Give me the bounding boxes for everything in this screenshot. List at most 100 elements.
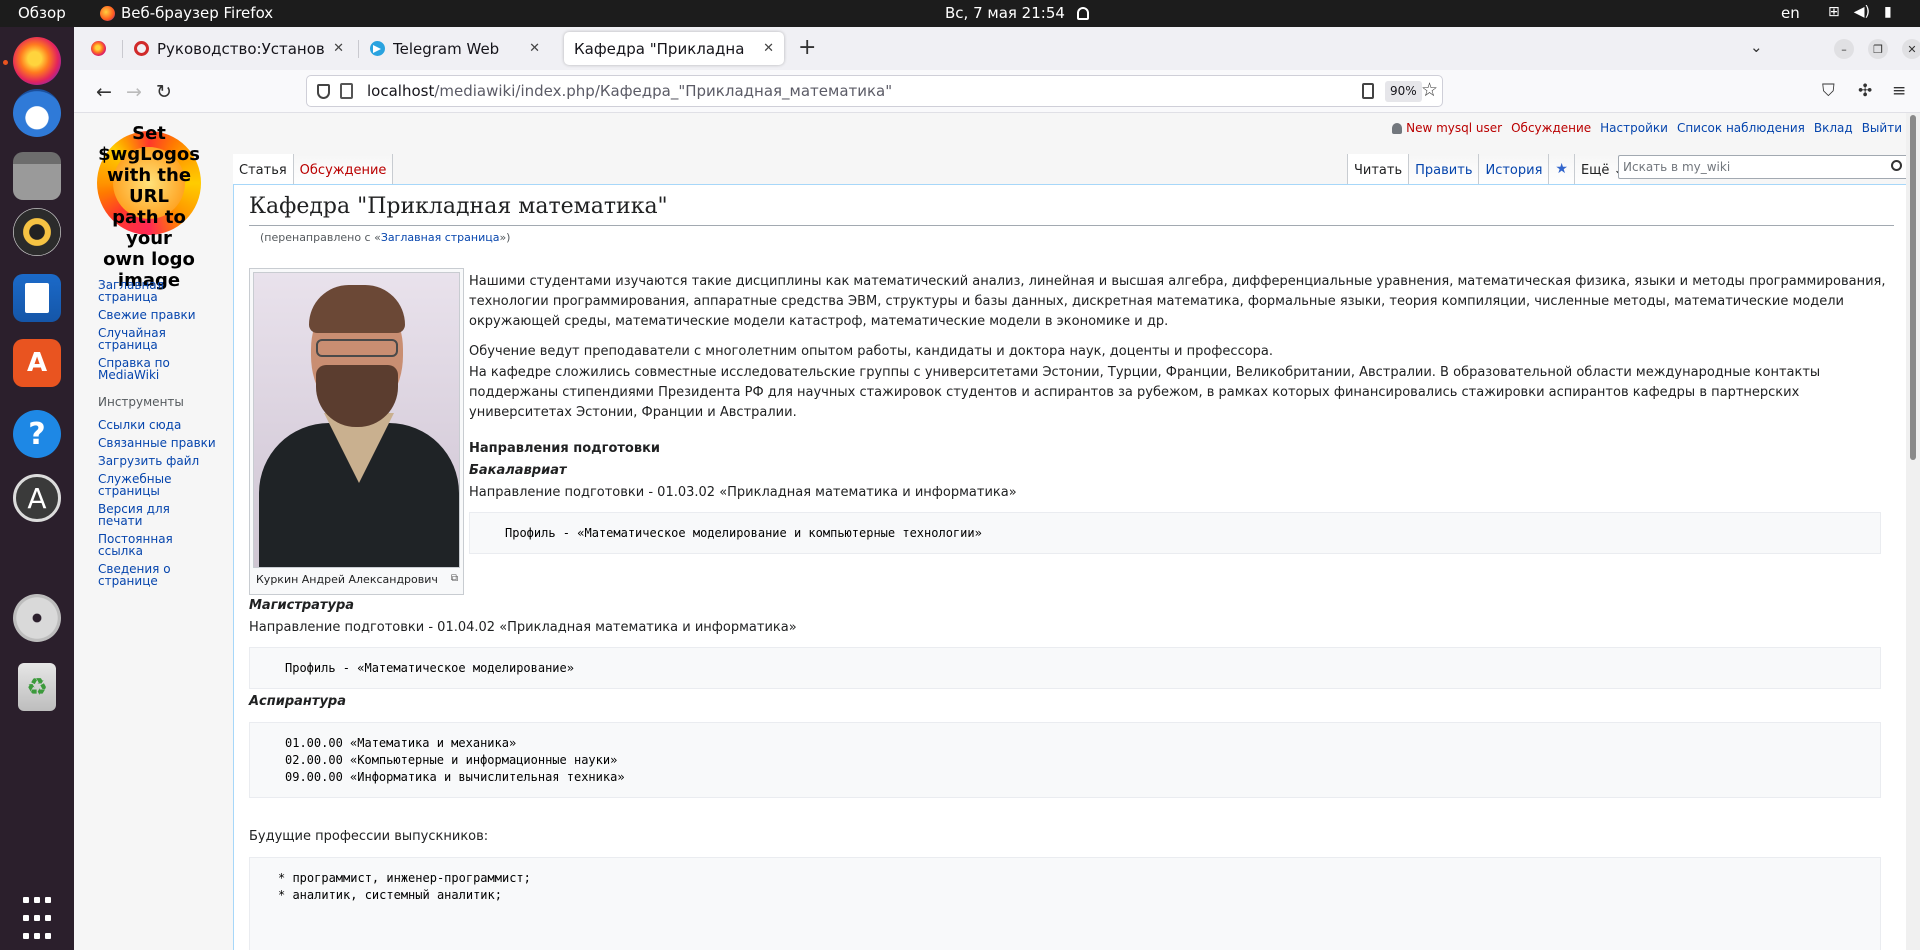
rhythmbox-dock-icon[interactable] [13,208,61,256]
contributions-link[interactable]: Вклад [1814,121,1853,135]
thunderbird-dock-icon[interactable] [13,89,61,137]
extensions-icon[interactable]: ✣ [1858,81,1872,101]
paragraph-cooperation: На кафедре сложились совместные исследов… [469,365,1821,420]
new-tab-button[interactable]: + [798,35,816,60]
app-menu[interactable]: Веб-браузер Firefox [100,4,273,22]
tab-history[interactable]: История [1478,154,1549,186]
network-icon: ⊞ [1828,4,1840,20]
notification-bell-icon [1076,6,1089,20]
pocket-icon[interactable]: ⛉ [1822,81,1835,101]
activities-button[interactable]: Обзор [18,4,66,22]
sidebar: Заглавная страница Свежие правки Случайн… [98,279,218,593]
tab-read[interactable]: Читать [1347,154,1409,186]
sidebar-item-permalink[interactable]: Постоянная ссылка [98,533,218,557]
url-bar[interactable]: localhost/mediawiki/index.php/Кафедра_"П… [306,75,1443,107]
logout-link[interactable]: Выйти [1862,121,1902,135]
logo-text: Set $wgLogos with the URL path to your o… [98,123,200,291]
tab-edit[interactable]: Править [1408,154,1479,186]
tab-active-wiki[interactable]: Кафедра "Прикладная мате ✕ [564,32,784,65]
software-updater-dock-icon[interactable]: A [13,474,61,522]
app-center-dock-icon[interactable]: A [13,339,61,387]
keyboard-language[interactable]: en [1781,4,1800,22]
heading-master: Магистратура [249,598,355,613]
tab-title: Telegram Web [393,39,500,58]
reload-button[interactable]: ↻ [156,81,172,103]
sidebar-item-special-pages[interactable]: Служебные страницы [98,473,173,497]
tab-manual[interactable]: Руководство:Установка ✕ [124,32,354,65]
writer-dock-icon[interactable] [13,274,61,322]
browser-tab-strip: Руководство:Установка ✕ Telegram Web ✕ К… [74,27,1920,70]
tracking-protection-icon[interactable] [317,84,330,99]
user-icon [1392,122,1403,134]
volume-icon: ◀) [1853,4,1870,20]
files-dock-icon[interactable] [13,152,61,200]
url-text[interactable]: localhost/mediawiki/index.php/Кафедра_"П… [367,82,892,100]
redirect-notice: (перенаправлено с «Заглавная страница») [260,231,511,244]
show-apps-icon[interactable] [13,894,61,942]
trash-dock-icon[interactable]: ♻ [18,663,56,711]
watch-star-icon[interactable]: ★ [1548,154,1574,186]
dvd-dock-icon[interactable] [13,594,61,642]
sidebar-item-recent-changes[interactable]: Свежие правки [98,309,218,321]
tab-article[interactable]: Статья [233,154,294,186]
heading-phd: Аспирантура [249,694,347,709]
search-icon[interactable] [1891,160,1902,171]
heading-bachelor: Бакалавриат [469,463,567,478]
sidebar-item-related-changes[interactable]: Связанные правки [98,437,218,449]
close-window-button[interactable]: ✕ [1902,39,1920,59]
firefox-icon [100,5,115,21]
bachelor-direction: Направление подготовки - 01.03.02 «Прикл… [469,485,1017,500]
sidebar-item-upload[interactable]: Загрузить файл [98,455,218,467]
back-button[interactable]: ← [96,81,112,103]
system-top-bar: Обзор Веб-браузер Firefox Вс, 7 мая 21:5… [0,0,1920,27]
tab-telegram[interactable]: Telegram Web ✕ [360,32,550,65]
user-link[interactable]: New mysql user [1392,121,1502,135]
site-info-icon[interactable] [340,83,353,99]
search-input[interactable] [1623,157,1863,177]
help-dock-icon[interactable]: ? [13,410,61,458]
clock-label: Вс, 7 мая 21:54 [945,4,1065,22]
menu-icon[interactable]: ≡ [1892,81,1906,101]
reader-view-icon[interactable] [1362,83,1374,99]
scrollbar-thumb[interactable] [1910,115,1916,460]
list-all-tabs-icon[interactable]: ⌄ [1750,38,1763,56]
careers-list: * программист, инженер-программист; * ана… [249,857,1881,950]
redirect-link[interactable]: Заглавная страница [381,231,500,244]
preferences-link[interactable]: Настройки [1600,121,1668,135]
close-tab-icon[interactable]: ✕ [529,41,540,56]
sidebar-item-help[interactable]: Справка по MediaWiki [98,357,173,381]
zoom-indicator[interactable]: 90% [1385,81,1422,102]
app-menu-label: Веб-браузер Firefox [121,4,274,22]
portrait-image[interactable] [253,272,460,568]
watchlist-link[interactable]: Список наблюдения [1677,121,1805,135]
close-tab-icon[interactable]: ✕ [333,41,344,56]
clock[interactable]: Вс, 7 мая 21:54 [945,4,1089,22]
heading-directions: Направления подготовки [469,441,661,456]
namespace-tabs: Статья Обсуждение [233,154,394,186]
system-tray[interactable]: ⊞ ◀) ▮ [1828,4,1892,20]
mediawiki-favicon-icon [134,41,149,56]
maximize-button[interactable]: ❐ [1868,39,1888,59]
browser-nav-bar: ← → ↻ localhost/mediawiki/index.php/Кафе… [74,70,1920,113]
bookmark-star-icon[interactable]: ☆ [1421,79,1438,101]
minimize-button[interactable]: – [1834,39,1854,59]
forward-button[interactable]: → [126,81,142,103]
user-talk-link[interactable]: Обсуждение [1511,121,1591,135]
page-scrollbar[interactable] [1906,113,1920,950]
pinned-tab[interactable] [80,32,116,65]
paragraph-teachers: Обучение ведут преподаватели с многолетн… [469,344,1274,359]
tab-discussion[interactable]: Обсуждение [293,154,394,186]
sidebar-item-what-links-here[interactable]: Ссылки сюда [98,419,218,431]
tab-title: Кафедра "Прикладная мате [574,39,744,58]
sidebar-item-printable[interactable]: Версия для печати [98,503,218,527]
phd-list: 01.00.00 «Математика и механика» 02.00.00… [249,722,1881,798]
enlarge-icon[interactable]: ⧉ [451,573,458,586]
close-tab-icon[interactable]: ✕ [763,41,774,56]
sidebar-item-random-page[interactable]: Случайная страница [98,327,168,351]
firefox-dock-icon[interactable] [13,37,61,85]
page-title: Кафедра "Прикладная математика" [249,194,1894,226]
wiki-logo[interactable]: Set $wgLogos with the URL path to your o… [89,123,209,291]
tab-title: Руководство:Установка [157,39,326,58]
sidebar-item-page-info[interactable]: Сведения о странице [98,563,173,587]
sidebar-item-main-page[interactable]: Заглавная страница [98,279,218,303]
